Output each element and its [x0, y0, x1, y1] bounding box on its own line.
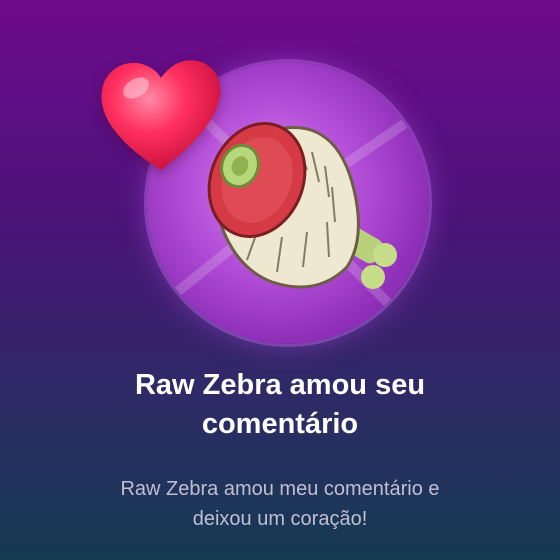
body-line-2: deixou um coração! [192, 508, 368, 530]
title-line-1: Raw Zebra amou seu [134, 369, 426, 401]
body-line-1: Raw Zebra amou meu comentário e [120, 478, 440, 500]
title-line-2: comentário [201, 408, 359, 440]
heart-icon [101, 60, 221, 170]
notification-title: Raw Zebra amou seu comentário [40, 366, 520, 444]
notification-body: Raw Zebra amou meu comentário e deixou u… [60, 474, 500, 534]
